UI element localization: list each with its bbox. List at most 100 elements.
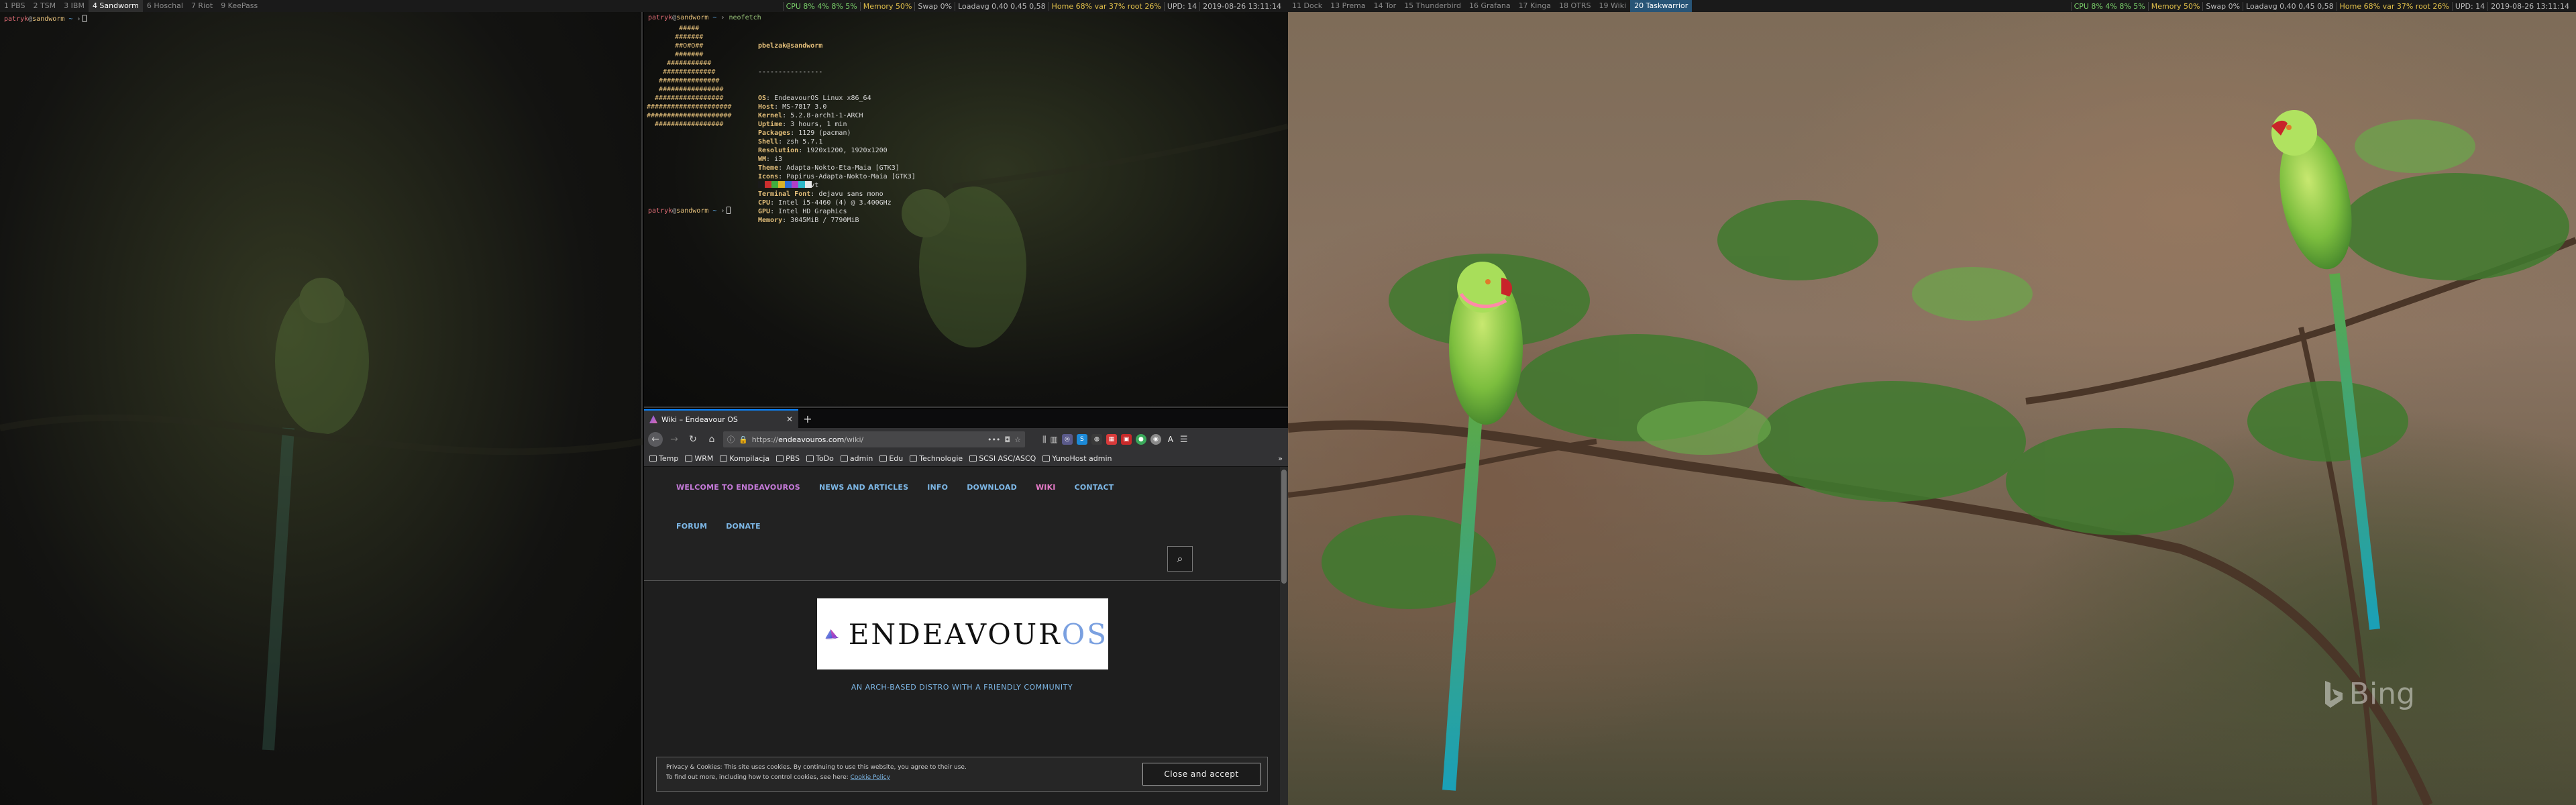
page-scrollbar[interactable] <box>1280 467 1288 805</box>
neofetch-value: Papirus-Adapta-Nokto-Maia [GTK3] <box>786 173 916 180</box>
site-nav-link[interactable]: WELCOME TO ENDEAVOUROS <box>676 483 800 492</box>
site-nav-link[interactable]: FORUM <box>676 522 707 531</box>
lock-icon[interactable]: 🔒 <box>739 435 748 444</box>
search-icon[interactable]: ⌕ <box>1167 546 1193 572</box>
right-workspaces: 11 Dock 13 Prema 14 Tor 15 Thunderbird 16 Gr… <box>1288 0 1693 12</box>
hamburger-menu-icon[interactable]: ☰ <box>1180 435 1188 445</box>
status-block: Loadavg 0,40 0,45 0,58 <box>2243 1 2337 11</box>
status-block: Memory 50% <box>859 1 915 11</box>
workspace-button[interactable]: 2 TSM <box>29 0 60 12</box>
neofetch-info-line: Uptime: 3 hours, 1 min <box>758 121 847 128</box>
bookmark-label: Technologie <box>919 454 963 463</box>
extension-icon-7[interactable]: ◉ <box>1150 434 1161 445</box>
bookmark-label: WRM <box>694 454 714 463</box>
bookmark-star-icon[interactable]: ☆ <box>1014 435 1021 444</box>
terminal-neofetch[interactable]: patryk@sandworm ~ › neofetch ##### #####… <box>644 12 1288 408</box>
neofetch-value: Intel HD Graphics <box>778 208 847 215</box>
workspace-button[interactable]: 13 Prema <box>1326 0 1369 12</box>
url-host: endeavouros.com <box>778 435 845 444</box>
neofetch-info-line: Kernel: 5.2.8-arch1-1-ARCH <box>758 112 863 119</box>
extension-icon-2[interactable]: S <box>1076 434 1087 445</box>
forward-button[interactable]: → <box>667 432 682 447</box>
page-actions-icon[interactable]: ••• <box>987 435 1000 444</box>
bookmark-label: YunoHost admin <box>1052 454 1112 463</box>
extension-icon-4[interactable]: ▦ <box>1106 434 1117 445</box>
site-nav-link[interactable]: CONTACT <box>1075 483 1114 492</box>
color-swatch <box>758 181 765 188</box>
workspace-button[interactable]: 1 PBS <box>0 0 29 12</box>
workspace-button[interactable]: 7 Riot <box>187 0 217 12</box>
back-button[interactable]: ← <box>648 432 663 447</box>
neofetch-key: Terminal Font <box>758 191 811 198</box>
workspace-button[interactable]: 14 Tor <box>1370 0 1401 12</box>
workspace-button[interactable]: 20 Taskwarrior <box>1630 0 1693 12</box>
bookmark-item[interactable]: Temp <box>649 454 678 463</box>
site-nav-link[interactable]: NEWS AND ARTICLES <box>819 483 908 492</box>
sidebar-icon[interactable]: ▥ <box>1051 435 1058 444</box>
site-nav-link[interactable]: INFO <box>927 483 948 492</box>
bookmark-item[interactable]: SCSI ASC/ASCQ <box>969 454 1036 463</box>
info-icon[interactable]: ⓘ <box>727 434 735 445</box>
bookmark-label: admin <box>849 454 873 463</box>
bookmark-item[interactable]: YunoHost admin <box>1042 454 1112 463</box>
extension-icon-5[interactable]: ▣ <box>1120 434 1132 445</box>
tab-strip: Wiki – Endeavour OS ✕ + <box>644 409 1288 428</box>
bookmark-item[interactable]: WRM <box>685 454 713 463</box>
url-bar[interactable]: ⓘ 🔒 https://endeavouros.com/wiki/ ••• ◘ … <box>723 431 1025 447</box>
workspace-button[interactable]: 9 KeePass <box>217 0 262 12</box>
home-button[interactable]: ⌂ <box>704 432 719 447</box>
right-status-blocks: CPU 8% 4% 8% 5% Memory 50% Swap 0% Loadavg … <box>2070 1 2576 11</box>
site-nav-link[interactable]: WIKI <box>1036 483 1056 492</box>
neofetch-key: WM <box>758 156 767 163</box>
terminal-left[interactable]: patryk@sandworm ~ › <box>0 12 643 805</box>
workspace-button[interactable]: 6 Hoschal <box>143 0 187 12</box>
workspace-button[interactable]: 11 Dock <box>1288 0 1326 12</box>
bookmark-item[interactable]: ToDo <box>806 454 834 463</box>
neofetch-info-line: Packages: 1129 (pacman) <box>758 129 851 137</box>
workspace-button[interactable]: 17 Kinga <box>1515 0 1555 12</box>
site-nav-link[interactable]: DOWNLOAD <box>967 483 1017 492</box>
bookmark-item[interactable]: Technologie <box>910 454 963 463</box>
endeavouros-logo[interactable]: ENDEAVOUROS <box>817 598 1108 669</box>
terminal-prompt-neofetch: patryk@sandworm ~ › neofetch <box>648 14 761 21</box>
cookie-accept-button[interactable]: Close and accept <box>1142 763 1260 786</box>
color-swatch <box>798 181 805 188</box>
neofetch-value: 1920x1200, 1920x1200 <box>806 147 888 154</box>
cookie-text: Privacy & Cookies: This site uses cookie… <box>666 763 1136 783</box>
bookmark-item[interactable]: PBS <box>776 454 800 463</box>
extension-icon-3[interactable]: ◍ <box>1091 434 1102 445</box>
extension-icon-6[interactable]: ● <box>1135 434 1146 445</box>
workspace-button[interactable]: 3 IBM <box>60 0 89 12</box>
workspace-button[interactable]: 15 Thunderbird <box>1400 0 1465 12</box>
pocket-icon[interactable]: ◘ <box>1004 435 1010 444</box>
workspace-button[interactable]: 4 Sandworm <box>88 0 143 12</box>
new-tab-button[interactable]: + <box>798 409 817 428</box>
bookmark-item[interactable]: admin <box>840 454 873 463</box>
cookie-line-2: To find out more, including how to contr… <box>666 774 849 781</box>
cookie-policy-link[interactable]: Cookie Policy <box>851 774 890 781</box>
library-icon[interactable]: ⫼ <box>1042 435 1046 445</box>
neofetch-info-line: GPU: Intel HD Graphics <box>758 208 847 215</box>
wallpaper-dim-parrot-2 <box>902 123 1288 347</box>
firefox-window: Wiki – Endeavour OS ✕ + ← → ↻ ⌂ ⓘ 🔒 http… <box>644 409 1288 805</box>
tab-close-icon[interactable]: ✕ <box>786 415 793 424</box>
tab-wiki[interactable]: Wiki – Endeavour OS ✕ <box>644 409 798 428</box>
logo-text-main: ENDEAVOUR <box>848 617 1062 651</box>
extension-icon-1[interactable]: ◎ <box>1061 434 1073 445</box>
bookmark-item[interactable]: Kompilacja <box>720 454 769 463</box>
bookmark-label: PBS <box>786 454 800 463</box>
workspace-button[interactable]: 18 OTRS <box>1555 0 1595 12</box>
navigation-toolbar: ← → ↻ ⌂ ⓘ 🔒 https://endeavouros.com/wiki… <box>644 428 1288 451</box>
status-block: 2019-08-26 13:11:14 <box>1199 1 1284 11</box>
status-block: UPD: 14 <box>1163 1 1199 11</box>
scrollbar-thumb[interactable] <box>1281 470 1287 584</box>
site-nav-link[interactable]: DONATE <box>726 522 761 531</box>
status-block: 2019-08-26 13:11:14 <box>2487 1 2572 11</box>
prompt-path: ~ <box>712 207 717 215</box>
reload-button[interactable]: ↻ <box>686 432 700 447</box>
bookmarks-overflow-icon[interactable]: » <box>1278 454 1283 463</box>
bookmark-item[interactable]: Edu <box>879 454 903 463</box>
workspace-button[interactable]: 19 Wiki <box>1595 0 1631 12</box>
extension-icon-8[interactable]: A <box>1165 434 1176 445</box>
workspace-button[interactable]: 16 Grafana <box>1465 0 1515 12</box>
